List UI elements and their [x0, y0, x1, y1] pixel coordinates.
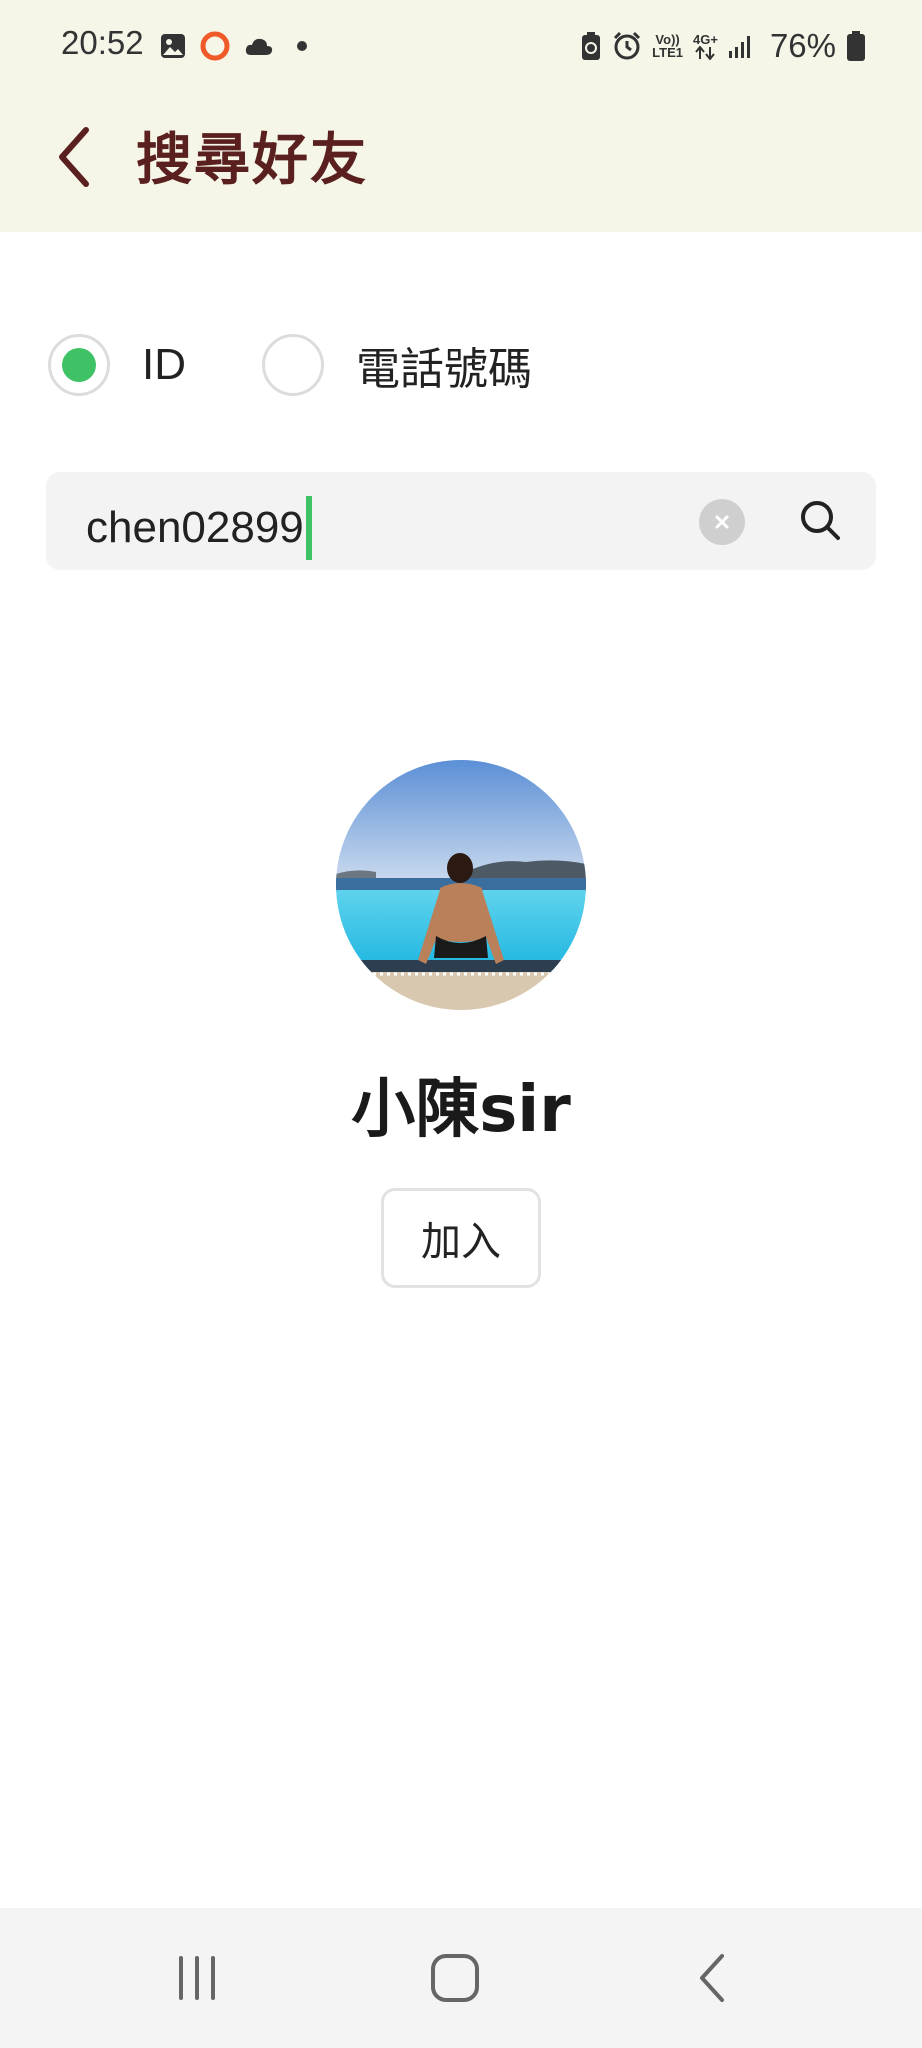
- search-type-selector: ID 電話號碼: [48, 330, 608, 400]
- profile-name: 小陳sir: [351, 1073, 571, 1147]
- radio-phone[interactable]: [262, 334, 324, 396]
- recent-apps-icon: [179, 1956, 215, 2000]
- search-button[interactable]: [794, 494, 848, 548]
- 4g-data-icon: 4G+: [693, 33, 718, 60]
- clear-button[interactable]: [699, 499, 745, 545]
- radio-selected-dot: [62, 348, 96, 382]
- gallery-icon: [161, 34, 185, 58]
- back-arrow-icon: [59, 127, 89, 187]
- profile-photo: [336, 760, 586, 1010]
- volte-icon: Vo)) LTE1: [652, 33, 683, 59]
- back-button[interactable]: [52, 122, 96, 192]
- battery-icon: [847, 31, 865, 61]
- status-time: 20:52: [61, 24, 144, 61]
- recent-apps-button[interactable]: [157, 1948, 237, 2008]
- system-back-button[interactable]: [672, 1948, 752, 2008]
- text-caret: [305, 496, 312, 560]
- radio-phone-label: 電話號碼: [356, 344, 532, 395]
- home-icon: [431, 1954, 479, 2002]
- battery-percent: 76%: [769, 27, 836, 64]
- volte-bottom-label: LTE1: [652, 45, 683, 60]
- cloud-icon: [245, 38, 273, 55]
- radio-option-phone[interactable]: 電話號碼: [262, 333, 532, 397]
- data-arrows-icon: [695, 45, 716, 60]
- search-input-value: chen02899: [86, 496, 312, 560]
- system-nav-bar: [0, 1908, 922, 2048]
- search-icon: [801, 501, 840, 540]
- search-query-text: chen02899: [86, 503, 304, 552]
- 4g-label: 4G+: [693, 31, 718, 47]
- status-bar: 20:52 Vo)) LTE1 4G+ 76%: [0, 0, 922, 92]
- record-circle-icon: [200, 31, 230, 61]
- radio-option-id[interactable]: ID: [48, 334, 186, 396]
- add-friend-button[interactable]: 加入: [381, 1188, 541, 1288]
- back-icon: [700, 1954, 724, 2002]
- battery-saver-icon: [582, 32, 601, 60]
- home-button[interactable]: [415, 1948, 495, 2008]
- radio-id[interactable]: [48, 334, 110, 396]
- alarm-icon: [614, 31, 641, 60]
- search-input[interactable]: chen02899: [46, 472, 876, 570]
- profile-avatar[interactable]: [336, 760, 586, 1010]
- dot-icon: [297, 41, 307, 51]
- radio-id-label: ID: [142, 340, 186, 389]
- status-right-icons: Vo)) LTE1 4G+ 76%: [580, 26, 866, 66]
- page-title: 搜尋好友: [136, 128, 368, 193]
- status-left-icons: [160, 30, 312, 62]
- app-header: 20:52 Vo)) LTE1 4G+ 76% 搜尋好友: [0, 0, 922, 232]
- signal-icon: [728, 36, 750, 58]
- clear-icon: [715, 515, 729, 529]
